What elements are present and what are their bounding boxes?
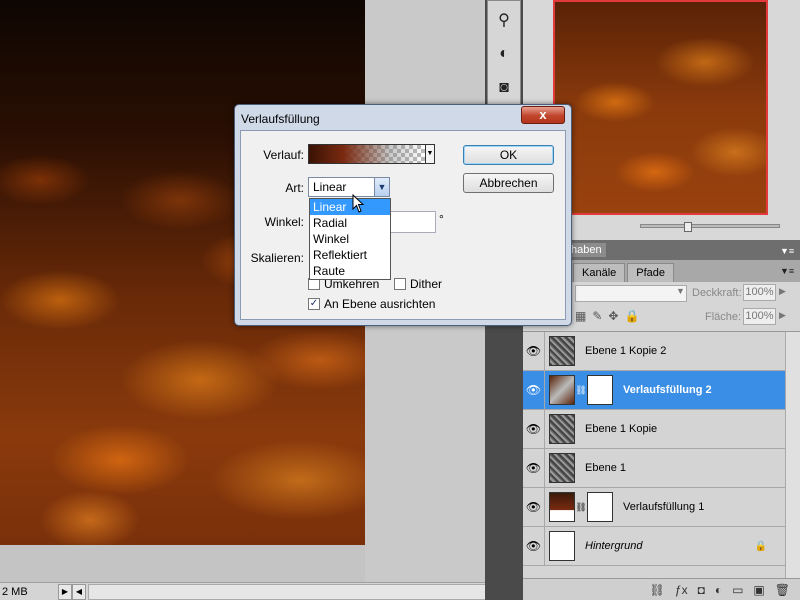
cancel-button[interactable]: Abbrechen <box>463 173 554 193</box>
align-label: An Ebene ausrichten <box>324 297 436 311</box>
dropdown-option-radial[interactable]: Radial <box>310 215 390 231</box>
lock-icon: 🔒 <box>754 540 767 552</box>
mouse-cursor-icon <box>352 194 365 213</box>
fill-label: Fläche: <box>705 311 742 323</box>
gradient-label: Verlauf: <box>263 148 304 162</box>
fill-input[interactable]: 100% <box>743 308 776 325</box>
status-menu-arrow-icon[interactable]: ▶ <box>58 583 72 600</box>
dropdown-option-angle[interactable]: Winkel <box>310 231 390 247</box>
document-size-text: 2 MB <box>2 585 28 598</box>
chevron-down-icon[interactable]: ▼ <box>676 286 685 296</box>
scale-label: Skalieren: <box>250 251 304 265</box>
layer-mask-thumbnail <box>587 492 613 522</box>
fill-chevron-icon[interactable]: ▶ <box>779 310 786 321</box>
opacity-label: Deckkraft: <box>692 287 742 299</box>
layer-name: Verlaufsfüllung 2 <box>623 384 712 396</box>
degree-sign: ° <box>439 212 444 226</box>
ok-button[interactable]: OK <box>463 145 554 165</box>
add-mask-icon[interactable]: ◘ <box>698 583 705 597</box>
scroll-left-icon[interactable]: ◀ <box>72 583 86 600</box>
layer-row[interactable]: 👁 Ebene 1 Kopie <box>523 410 785 449</box>
style-dropdown-list: Linear Radial Winkel Reflektiert Raute <box>309 198 391 280</box>
new-layer-icon[interactable]: ▣ <box>753 583 764 597</box>
layer-row[interactable]: 👁 Hintergrund 🔒 <box>523 527 785 566</box>
layer-name: Ebene 1 <box>585 462 626 474</box>
horizontal-scrollbar[interactable] <box>88 583 518 600</box>
angle-label: Winkel: <box>264 215 304 229</box>
trash-icon[interactable]: 🗑 <box>775 583 790 597</box>
clone-source-icon[interactable]: ⚲ <box>489 7 519 33</box>
eye-icon[interactable]: 👁 <box>526 422 541 436</box>
dropdown-option-diamond[interactable]: Raute <box>310 263 390 279</box>
gradient-swatch[interactable] <box>308 144 426 164</box>
link-icon[interactable]: ⛓ <box>575 385 587 396</box>
tab-layers[interactable]: haben <box>567 243 606 257</box>
layer-thumbnail <box>549 414 575 444</box>
blend-mode-select[interactable] <box>575 285 687 302</box>
dropdown-option-reflected[interactable]: Reflektiert <box>310 247 390 263</box>
layer-row[interactable]: 👁 Ebene 1 <box>523 449 785 488</box>
dither-checkbox[interactable] <box>394 278 406 290</box>
layer-thumbnail <box>549 492 575 522</box>
gradient-chevron-icon[interactable]: ▼ <box>425 144 435 164</box>
style-chevron-icon[interactable]: ▼ <box>374 178 389 196</box>
link-icon[interactable]: ⛓ <box>575 502 587 513</box>
eye-icon[interactable]: 👁 <box>526 461 541 475</box>
zoom-slider-knob[interactable] <box>684 222 692 232</box>
layer-list-scrollbar[interactable] <box>785 332 800 578</box>
layer-name: Hintergrund <box>585 540 643 552</box>
panel-menu-icon[interactable]: ▼≡ <box>780 246 794 256</box>
opacity-input[interactable]: 100% <box>743 284 776 301</box>
lock-icons[interactable]: ▦✎✥🔒 <box>575 309 645 323</box>
dither-label: Dither <box>410 277 443 291</box>
tab-paths[interactable]: Pfade <box>627 263 675 282</box>
zoom-slider[interactable] <box>640 224 780 228</box>
eye-icon[interactable]: 👁 <box>526 539 541 553</box>
layer-panel-footer: ⛓ ƒx ◘ ◐ ▭ ▣ 🗑 <box>523 578 800 600</box>
link-layers-icon[interactable]: ⛓ <box>650 583 665 597</box>
layer-row[interactable]: 👁 Ebene 1 Kopie 2 <box>523 332 785 371</box>
navigator-thumbnail[interactable] <box>553 0 768 215</box>
layer-name: Ebene 1 Kopie 2 <box>585 345 667 357</box>
folder-icon[interactable]: ▭ <box>732 583 743 597</box>
style-label: Art: <box>285 181 304 195</box>
angle-input[interactable] <box>390 211 436 233</box>
layer-name: Ebene 1 Kopie <box>585 423 658 435</box>
layer-row[interactable]: 👁 ⛓ Verlaufsfüllung 1 <box>523 488 785 527</box>
masks-icon[interactable]: ◙ <box>489 75 519 101</box>
panel-options-icon[interactable]: ▼≡ <box>780 266 794 276</box>
layer-thumbnail <box>549 453 575 483</box>
fx-icon[interactable]: ƒx <box>675 583 688 597</box>
eye-icon[interactable]: 👁 <box>526 383 541 397</box>
layer-thumbnail <box>549 336 575 366</box>
canvas-bottom-area <box>0 545 365 582</box>
eye-icon[interactable]: 👁 <box>526 344 541 358</box>
dialog-title: Verlaufsfüllung <box>241 112 320 126</box>
adjustments-icon[interactable]: ◐ <box>489 41 519 67</box>
eye-icon[interactable]: 👁 <box>526 500 541 514</box>
layer-mask-thumbnail <box>587 375 613 405</box>
panel-icon-strip: ⚲ ◐ ◙ <box>487 0 521 120</box>
close-button[interactable]: x <box>521 106 565 124</box>
tab-channels[interactable]: Kanäle <box>573 263 626 282</box>
layer-row-selected[interactable]: 👁 ⛓ Verlaufsfüllung 2 <box>523 371 785 410</box>
dropdown-option-linear[interactable]: Linear <box>310 199 390 215</box>
status-bar: 2 MB ▶ ◀ <box>0 582 520 600</box>
layer-thumbnail <box>549 375 575 405</box>
layer-thumbnail <box>549 531 575 561</box>
adjustment-layer-icon[interactable]: ◐ <box>715 583 722 597</box>
layer-name: Verlaufsfüllung 1 <box>623 501 705 513</box>
align-checkbox[interactable]: ✓ <box>308 298 320 310</box>
opacity-chevron-icon[interactable]: ▶ <box>779 286 786 297</box>
